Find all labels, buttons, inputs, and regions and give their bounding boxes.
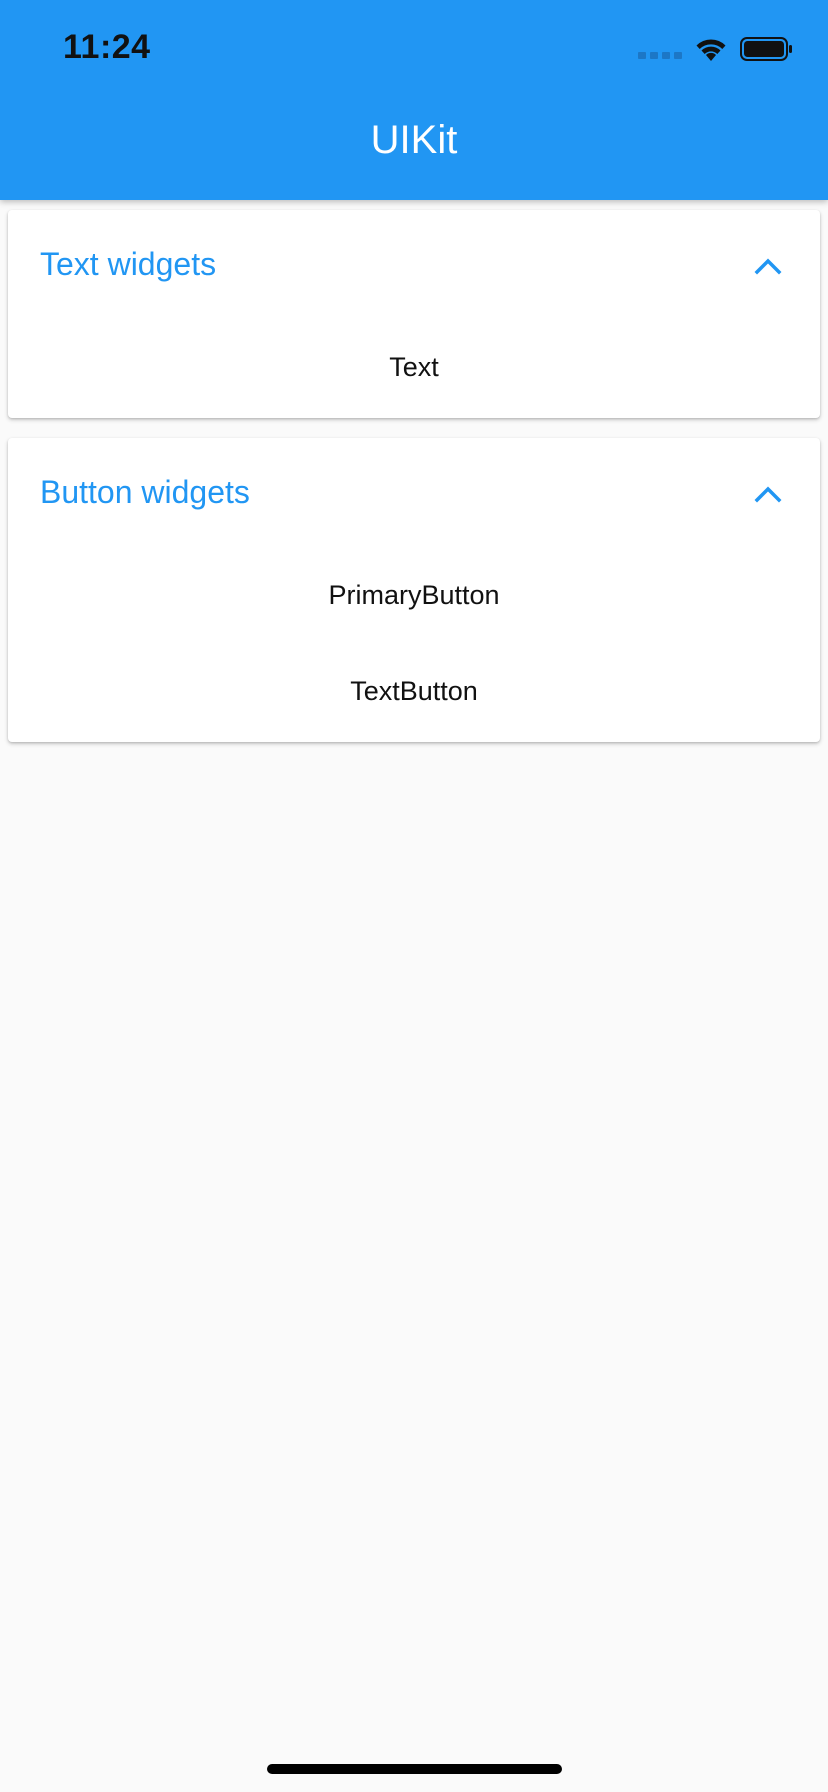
status-icons (638, 34, 794, 64)
cellular-signal-icon (638, 39, 682, 59)
panel-header-text-widgets[interactable]: Text widgets (8, 210, 820, 322)
panel-title: Text widgets (40, 246, 217, 282)
battery-icon (740, 37, 792, 61)
wifi-icon (696, 39, 726, 61)
chevron-up-icon[interactable] (754, 252, 782, 280)
page-title: UIKit (370, 118, 458, 162)
panel-button-widgets: Button widgets PrimaryButton TextButton (8, 438, 820, 742)
app-bar: 11:24 UIKit (0, 0, 828, 200)
panel-text-widgets: Text widgets Text (8, 210, 820, 418)
home-indicator[interactable] (267, 1764, 562, 1774)
chevron-up-icon[interactable] (754, 480, 782, 508)
status-time: 11:24 (63, 28, 151, 66)
panel-title: Button widgets (40, 474, 250, 510)
list-item-text-button[interactable]: TextButton (8, 676, 820, 707)
panel-header-button-widgets[interactable]: Button widgets (8, 438, 820, 550)
list-item-text[interactable]: Text (8, 352, 820, 383)
list-item-primary-button[interactable]: PrimaryButton (8, 580, 820, 611)
